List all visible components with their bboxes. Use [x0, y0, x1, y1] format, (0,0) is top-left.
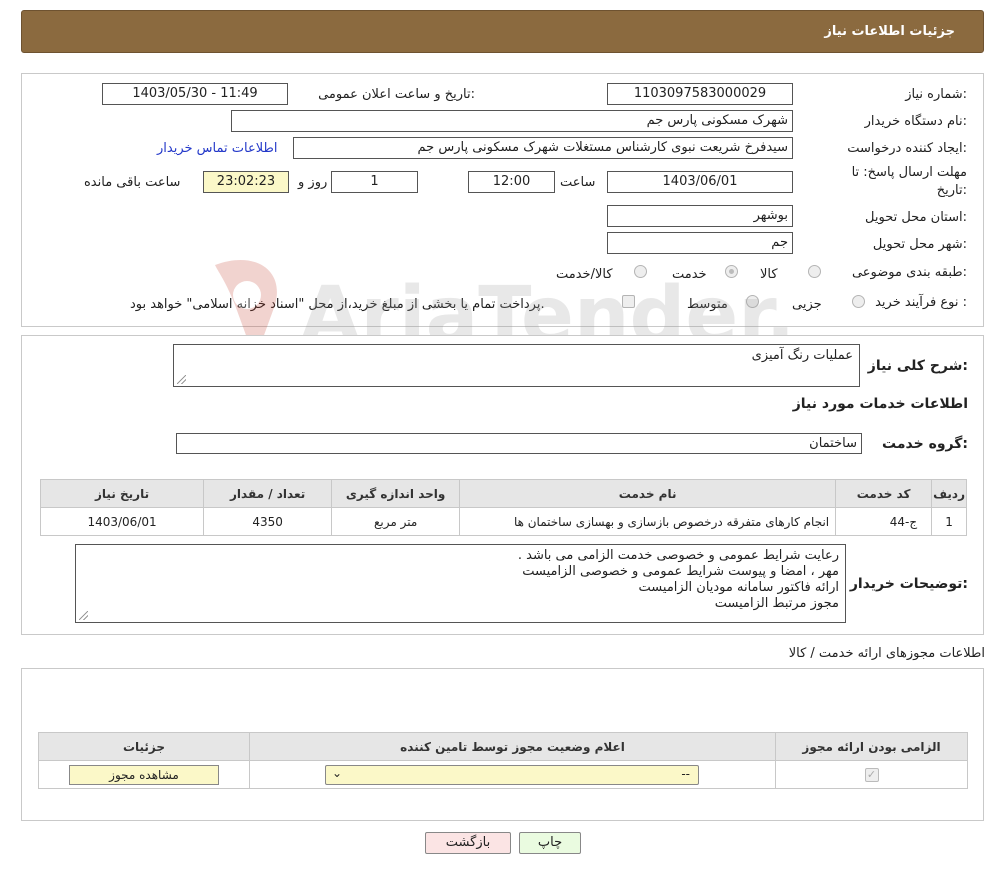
buyer-note-line: رعایت شرایط عمومی و خصوصی خدمت الزامی می…: [517, 548, 839, 563]
col-permit-status: اعلام وضعیت مجوز توسط تامین کننده: [249, 732, 776, 761]
deadline-label: مهلت ارسال پاسخ: تا: [851, 165, 967, 180]
col-date: تاریخ نیاز: [39, 479, 205, 508]
cell-date: 1403/06/01: [39, 507, 205, 536]
buyer-contact-link[interactable]: اطلاعات تماس خریدار: [157, 141, 277, 156]
permits-section-title: اطلاعات مجوزهای ارائه خدمت / کالا: [788, 646, 985, 661]
category-option-goods: کالا: [760, 267, 778, 282]
buyer-notes-field: رعایت شرایط عمومی و خصوصی خدمت الزامی می…: [75, 544, 846, 623]
buyer-org-label: نام دستگاه خریدار:: [864, 114, 967, 129]
cell-code: ج-44: [835, 507, 933, 536]
province-label: استان محل تحویل:: [865, 210, 967, 225]
permit-required-checkbox: ✓: [864, 768, 879, 782]
remaining-time-field: 23:02:23: [203, 171, 289, 193]
buyer-note-line: مهر ، امضا و پیوست شرایط عمومی و خصوصی ا…: [522, 564, 839, 579]
deadline-date-field: 1403/06/01: [607, 171, 793, 193]
print-button[interactable]: چاپ: [519, 832, 581, 854]
col-permit-required: الزامی بودن ارائه مجوز: [775, 732, 968, 761]
creator-label: ایجاد کننده درخواست:: [847, 141, 967, 156]
category-option-service: خدمت: [672, 267, 707, 282]
summary-text: عملیات رنگ آمیزی: [751, 348, 853, 363]
need-number-field: 1103097583000029: [607, 83, 793, 105]
permit-details-cell: مشاهده مجوز: [38, 760, 250, 789]
service-group-label: گروه خدمت:: [882, 436, 968, 452]
col-row: ردیف: [931, 479, 967, 508]
chevron-down-icon: ⌄: [332, 765, 343, 780]
permits-table: الزامی بودن ارائه مجوز اعلام وضعیت مجوز …: [38, 732, 968, 789]
category-option-both: کالا/خدمت: [556, 267, 613, 282]
col-unit: واحد اندازه گیری: [331, 479, 461, 508]
page-header: جزئیات اطلاعات نیاز: [21, 10, 984, 53]
buyer-note-line: ارائه فاکتور سامانه مودیان الزامیست: [638, 580, 839, 595]
cell-unit: متر مربع: [331, 507, 461, 536]
page-title: جزئیات اطلاعات نیاز: [824, 24, 955, 39]
category-goods-radio[interactable]: [808, 265, 821, 278]
process-option-minor: جزیی: [792, 297, 822, 312]
services-table-header: ردیف کد خدمت نام خدمت واحد اندازه گیری ت…: [39, 479, 967, 508]
table-row: 1 ج-44 انجام کارهای متفرقه درخصوص بازساز…: [39, 507, 967, 536]
deadline-label-date: تاریخ:: [936, 183, 967, 198]
buyer-notes-label: توضیحات خریدار:: [849, 576, 968, 592]
permit-required-cell: ✓: [775, 760, 968, 789]
province-field: بوشهر: [607, 205, 793, 227]
category-label: طبقه بندی موضوعی:: [851, 265, 967, 280]
permit-status-cell: -- ⌄: [249, 760, 776, 789]
summary-label: شرح کلی نیاز:: [867, 358, 968, 374]
announce-label: تاریخ و ساعت اعلان عمومی:: [318, 87, 475, 102]
permit-status-value: --: [681, 766, 690, 781]
days-label: روز و: [298, 175, 328, 190]
view-permit-button[interactable]: مشاهده مجوز: [69, 764, 219, 785]
remaining-label: ساعت باقی مانده: [84, 175, 181, 190]
buyer-org-field: شهرک مسکونی پارس جم: [231, 110, 793, 132]
creator-field: سیدفرخ شریعت نبوی کارشناس مستغلات شهرک م…: [293, 137, 793, 159]
process-medium-radio[interactable]: [746, 295, 759, 308]
table-row: ✓ -- ⌄ مشاهده مجوز: [38, 760, 968, 789]
col-name: نام خدمت: [459, 479, 837, 508]
service-group-field: ساختمان: [176, 433, 862, 454]
treasury-payment-checkbox[interactable]: [622, 295, 635, 308]
resize-handle-icon[interactable]: [79, 611, 88, 620]
resize-handle-icon[interactable]: [177, 375, 186, 384]
permit-status-select[interactable]: -- ⌄: [325, 764, 699, 785]
days-field: 1: [331, 171, 418, 193]
summary-field: عملیات رنگ آمیزی: [173, 344, 860, 387]
category-both-radio[interactable]: [634, 265, 647, 278]
services-table: ردیف کد خدمت نام خدمت واحد اندازه گیری ت…: [39, 479, 967, 536]
permits-table-header: الزامی بودن ارائه مجوز اعلام وضعیت مجوز …: [38, 732, 968, 761]
cell-row: 1: [931, 507, 967, 536]
cell-qty: 4350: [203, 507, 333, 536]
treasury-payment-note: پرداخت تمام یا بخشی از مبلغ خرید،از محل …: [130, 297, 545, 312]
col-code: کد خدمت: [835, 479, 933, 508]
city-label: شهر محل تحویل:: [872, 237, 967, 252]
process-minor-radio[interactable]: [852, 295, 865, 308]
services-section-title: اطلاعات خدمات مورد نیاز: [792, 396, 968, 412]
back-button[interactable]: بازگشت: [425, 832, 511, 854]
process-label: نوع فرآیند خرید :: [875, 295, 967, 310]
cell-name: انجام کارهای متفرقه درخصوص بازسازی و بهس…: [459, 507, 837, 536]
need-number-label: شماره نیاز:: [905, 87, 967, 102]
city-field: جم: [607, 232, 793, 254]
col-qty: تعداد / مقدار: [203, 479, 333, 508]
process-option-medium: متوسط: [687, 297, 728, 312]
col-permit-details: جزئیات: [38, 732, 250, 761]
buyer-note-line: مجوز مرتبط الزامیست: [714, 596, 839, 611]
announce-datetime-field: 1403/05/30 - 11:49: [102, 83, 288, 105]
deadline-time-label: ساعت: [560, 175, 596, 190]
category-service-radio[interactable]: [725, 265, 738, 278]
deadline-time-field: 12:00: [468, 171, 555, 193]
